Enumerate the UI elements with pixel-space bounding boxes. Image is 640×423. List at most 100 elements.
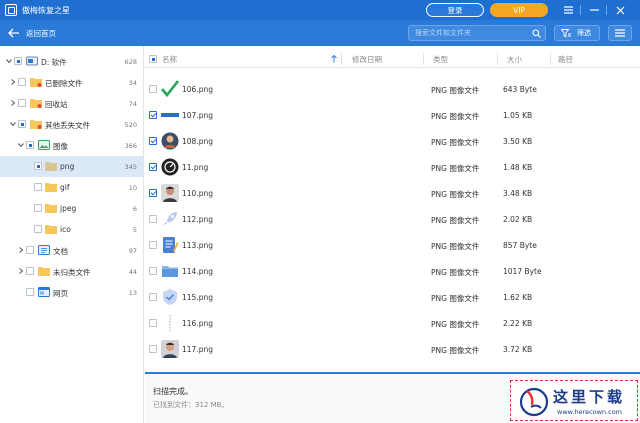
select-all-checkbox[interactable] <box>149 55 157 63</box>
tree-item-label: png <box>60 162 75 171</box>
tree-checkbox[interactable] <box>26 288 34 296</box>
file-type: PNG 图像文件 <box>431 294 480 303</box>
unclassified-folder-icon <box>38 267 50 276</box>
table-row[interactable]: 106.png PNG 图像文件 643 Byte <box>145 76 640 102</box>
file-type: PNG 图像文件 <box>431 216 480 225</box>
chevron-down-icon[interactable] <box>6 58 12 64</box>
view-menu-button[interactable] <box>608 25 632 41</box>
dotted-line-thumbnail-icon <box>169 315 171 331</box>
table-row[interactable]: 115.png PNG 图像文件 1.62 KB <box>145 284 640 310</box>
tree-checkbox[interactable] <box>26 267 34 275</box>
tree-item-count: 13 <box>128 289 137 297</box>
file-name: 106.png <box>182 85 213 94</box>
tree-checkbox[interactable] <box>34 204 42 212</box>
tree-item-other-lost-files[interactable]: 其他丢失文件 520 <box>0 114 143 135</box>
table-row[interactable]: 112.png PNG 图像文件 2.02 KB <box>145 206 640 232</box>
tree-item-unclassified-files[interactable]: 未归类文件 44 <box>0 261 143 282</box>
row-checkbox[interactable] <box>149 111 157 119</box>
filter-label: 筛选 <box>577 29 591 37</box>
tree-item-recycle-bin[interactable]: 回收站 74 <box>0 93 143 114</box>
tree-checkbox[interactable] <box>18 78 26 86</box>
row-checkbox[interactable] <box>149 189 157 197</box>
table-row[interactable]: 107.png PNG 图像文件 1.05 KB <box>145 102 640 128</box>
chevron-down-icon[interactable] <box>10 121 16 127</box>
column-divider[interactable] <box>341 53 342 65</box>
tree-checkbox[interactable] <box>34 162 42 170</box>
table-row[interactable]: 11.png PNG 图像文件 1.48 KB <box>145 154 640 180</box>
chevron-down-icon[interactable] <box>18 142 24 148</box>
row-checkbox[interactable] <box>149 241 157 249</box>
web-page-icon <box>38 287 50 297</box>
speedometer-thumbnail-icon <box>161 158 179 176</box>
chevron-right-icon[interactable] <box>18 268 24 274</box>
table-row[interactable]: 113.png PNG 图像文件 857 Byte <box>145 232 640 258</box>
sort-arrow-up-icon[interactable] <box>331 55 337 63</box>
file-name: 108.png <box>182 137 213 146</box>
table-row[interactable]: 110.png PNG 图像文件 3.48 KB <box>145 180 640 206</box>
tree-item-label: 其他丢失文件 <box>45 121 90 130</box>
row-checkbox[interactable] <box>149 85 157 93</box>
table-row[interactable]: 108.png PNG 图像文件 3.50 KB <box>145 128 640 154</box>
tree-item-png[interactable]: png 345 <box>0 156 143 177</box>
tree-checkbox[interactable] <box>34 183 42 191</box>
row-checkbox[interactable] <box>149 215 157 223</box>
file-name: 110.png <box>182 189 213 198</box>
column-header-size[interactable]: 大小 <box>507 54 522 65</box>
tree-item-gif[interactable]: gif 10 <box>0 177 143 198</box>
tree-checkbox[interactable] <box>14 57 22 65</box>
back-home-link[interactable]: 返回首页 <box>26 28 56 39</box>
file-type: PNG 图像文件 <box>431 268 480 277</box>
tree-item-label: ico <box>60 225 71 234</box>
column-divider[interactable] <box>497 53 498 65</box>
tree-checkbox[interactable] <box>18 120 26 128</box>
column-header-path[interactable]: 路径 <box>558 54 573 65</box>
column-header-date[interactable]: 修改日期 <box>352 54 382 65</box>
tree-item-count: 44 <box>128 268 137 276</box>
login-button[interactable]: 登录 <box>426 3 484 17</box>
tree-item-web-pages[interactable]: 网页 13 <box>0 282 143 303</box>
table-row[interactable]: 114.png PNG 图像文件 1017 Byte <box>145 258 640 284</box>
minimize-icon[interactable] <box>584 3 604 17</box>
row-checkbox[interactable] <box>149 293 157 301</box>
tree-item-count: 520 <box>124 121 137 129</box>
column-divider[interactable] <box>550 53 551 65</box>
tree-item-count: 97 <box>128 247 137 255</box>
tree-item-ico[interactable]: ico 5 <box>0 219 143 240</box>
row-checkbox[interactable] <box>149 163 157 171</box>
close-icon[interactable] <box>610 3 630 17</box>
tree-item-deleted-files[interactable]: 已删除文件 34 <box>0 72 143 93</box>
search-icon[interactable] <box>532 29 541 38</box>
app-title: 傲梅恢复之星 <box>22 5 70 15</box>
row-checkbox[interactable] <box>149 319 157 327</box>
filter-icon <box>561 28 571 38</box>
tree-item-drive-d[interactable]: D: 软件 628 <box>0 51 143 72</box>
filter-button[interactable]: 筛选 <box>554 25 600 41</box>
row-checkbox[interactable] <box>149 267 157 275</box>
back-arrow-icon[interactable] <box>8 28 20 38</box>
chevron-right-icon[interactable] <box>18 247 24 253</box>
chevron-right-icon[interactable] <box>10 79 16 85</box>
vip-button[interactable]: VIP <box>490 3 548 17</box>
tree-checkbox[interactable] <box>26 246 34 254</box>
table-row[interactable]: 116.png PNG 图像文件 2.22 KB <box>145 310 640 336</box>
tree-item-images[interactable]: 图像 366 <box>0 135 143 156</box>
tree-checkbox[interactable] <box>26 141 34 149</box>
column-divider[interactable] <box>423 53 424 65</box>
tree-checkbox[interactable] <box>18 99 26 107</box>
file-size: 3.72 KB <box>503 345 533 354</box>
file-name: 115.png <box>182 293 213 302</box>
tree-checkbox[interactable] <box>34 225 42 233</box>
tree-item-label: gif <box>60 183 70 192</box>
tree-item-documents[interactable]: 文档 97 <box>0 240 143 261</box>
chevron-right-icon[interactable] <box>10 100 16 106</box>
column-header-type[interactable]: 类型 <box>433 54 448 65</box>
row-checkbox[interactable] <box>149 345 157 353</box>
search-input[interactable] <box>415 29 529 37</box>
tree-item-jpeg[interactable]: jpeg 6 <box>0 198 143 219</box>
table-row[interactable]: 117.png PNG 图像文件 3.72 KB <box>145 336 640 362</box>
blue-bar-thumbnail-icon <box>161 113 179 117</box>
menu-icon[interactable] <box>558 3 578 17</box>
recycle-bin-icon <box>30 99 42 108</box>
row-checkbox[interactable] <box>149 137 157 145</box>
column-header-name[interactable]: 名称 <box>162 54 177 65</box>
